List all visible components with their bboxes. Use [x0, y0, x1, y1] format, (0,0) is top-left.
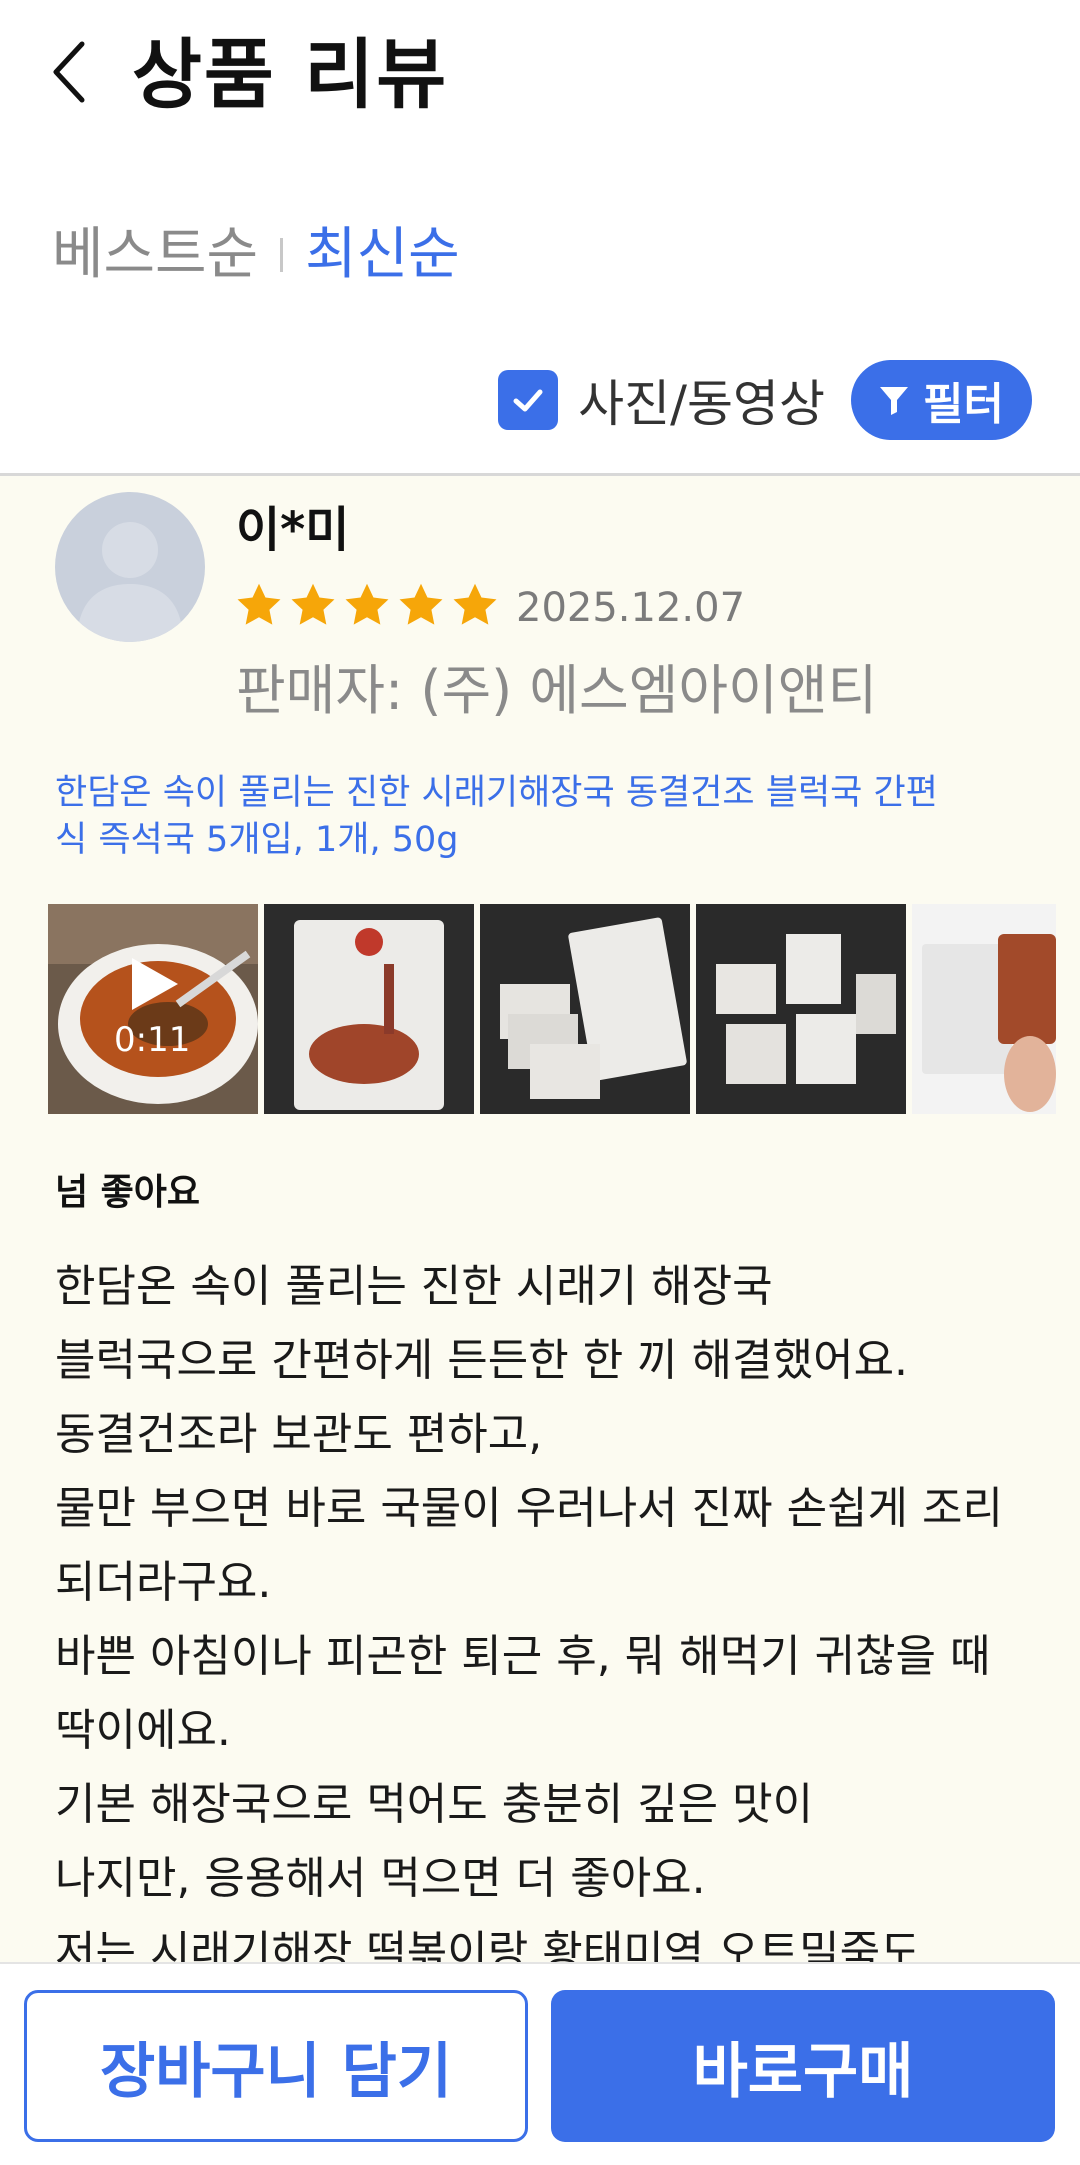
review-card: 이*미 2025.12.07 판매자: (주) 에스엠아이앤티 한담온 속이 풀…: [0, 476, 1080, 1962]
review-body: 한담온 속이 풀리는 진한 시래기 해장국 블럭국으로 간편하게 든든한 한 끼…: [55, 1261, 1003, 1962]
buy-now-button[interactable]: 바로구매: [551, 1990, 1055, 2142]
seller-name: 판매자: (주) 에스엠아이앤티: [236, 659, 878, 722]
page-title: 상품 리뷰: [132, 30, 449, 119]
review-photo[interactable]: [696, 904, 906, 1114]
review-photo[interactable]: [480, 904, 690, 1114]
star-icon: [345, 583, 389, 625]
check-icon: [513, 389, 543, 412]
reviewer-name: 이*미: [236, 502, 350, 558]
media-strip: 0:11: [48, 904, 1056, 1114]
package-photo: [480, 904, 690, 1114]
bottom-action-bar: 장바구니 담기 바로구매: [0, 1962, 1080, 2165]
play-icon: [132, 958, 178, 1010]
review-date: 2025.12.07: [516, 585, 746, 631]
rating-stars: [234, 580, 504, 630]
filter-button[interactable]: 필터: [851, 360, 1032, 440]
review-title: 넘 좋아요: [55, 1172, 201, 1213]
add-to-cart-button[interactable]: 장바구니 담기: [24, 1990, 528, 2142]
sort-tab-latest[interactable]: 최신순: [305, 220, 460, 290]
sort-divider: [280, 238, 284, 272]
back-button[interactable]: [48, 36, 98, 108]
video-thumbnail[interactable]: 0:11: [48, 904, 258, 1114]
star-icon: [291, 583, 335, 625]
user-silhouette-icon: [77, 522, 183, 642]
sort-tabs: 베스트순 최신순: [52, 220, 460, 290]
photo-video-checkbox[interactable]: [498, 370, 559, 430]
product-photo: [912, 904, 1056, 1114]
header: 상품 리뷰: [0, 0, 1080, 150]
filter-row: 사진/동영상 필터: [498, 360, 1032, 440]
star-icon: [453, 583, 497, 625]
video-duration: 0:11: [114, 1020, 191, 1060]
funnel-icon: [880, 387, 909, 415]
product-option[interactable]: 한담온 속이 풀리는 진한 시래기해장국 동결건조 블럭국 간편식 즉석국 5개…: [55, 770, 955, 864]
sort-tab-best[interactable]: 베스트순: [52, 220, 258, 290]
star-icon: [399, 583, 443, 625]
review-photo[interactable]: [264, 904, 474, 1114]
review-photo[interactable]: [912, 904, 1056, 1114]
package-photo: [264, 904, 474, 1114]
filter-button-label: 필터: [923, 379, 1004, 430]
chevron-left-icon: [53, 41, 85, 103]
package-photo: [696, 904, 906, 1114]
star-icon: [237, 583, 281, 625]
avatar: [55, 492, 205, 642]
photo-video-label[interactable]: 사진/동영상: [578, 364, 825, 436]
